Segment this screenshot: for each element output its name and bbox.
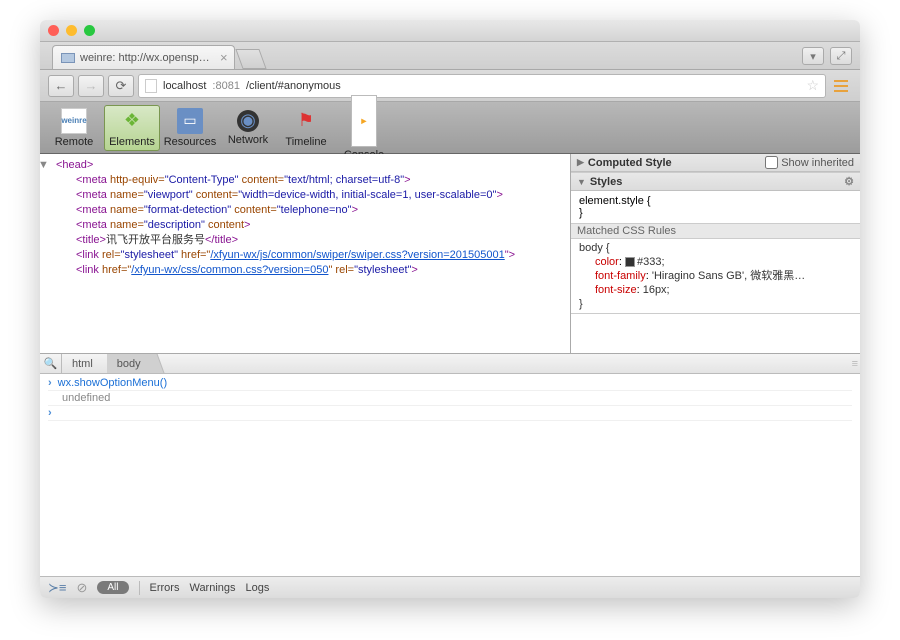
console-input-line: wx.showOptionMenu()	[58, 377, 167, 389]
browser-window: weinre: http://wx.opensp… × ▾ ⤢ ← → ⟳ lo…	[40, 20, 860, 598]
favicon-icon	[61, 53, 75, 63]
filter-warnings[interactable]: Warnings	[189, 582, 235, 594]
search-icon[interactable]: 🔍	[40, 354, 62, 373]
filter-errors[interactable]: Errors	[150, 582, 180, 594]
menu-icon[interactable]	[830, 75, 852, 97]
network-icon: ◉	[237, 110, 259, 132]
swatch-icon	[625, 257, 635, 267]
breadcrumb: 🔍 html body ≡	[40, 354, 860, 374]
url-host: localhost	[163, 80, 206, 92]
forward-button[interactable]: →	[78, 75, 104, 97]
reload-button[interactable]: ⟳	[108, 75, 134, 97]
timeline-icon: ⚑	[293, 108, 319, 134]
breadcrumb-html[interactable]: html	[62, 354, 107, 373]
close-window-icon[interactable]	[48, 25, 59, 36]
titlebar	[40, 20, 860, 42]
matched-rules-label: Matched CSS Rules	[571, 223, 860, 239]
user-menu-icon[interactable]: ▾	[802, 47, 824, 65]
prompt-icon: ›	[48, 407, 52, 419]
drag-handle-icon[interactable]: ≡	[852, 358, 856, 370]
element-style-rule[interactable]: element.style { }	[571, 191, 860, 223]
devtools-toolbar: weinreRemote ❖Elements ▭Resources ◉Netwo…	[40, 102, 860, 154]
dom-tree[interactable]: ▼<head> <meta http-equiv="Content-Type" …	[40, 154, 570, 353]
remote-icon: weinre	[61, 108, 87, 134]
url-input[interactable]: localhost :8081/client/#anonymous ☆	[138, 74, 826, 98]
resources-icon: ▭	[177, 108, 203, 134]
tab-console[interactable]: ▸Console	[336, 105, 392, 151]
show-inherited-checkbox[interactable]: Show inherited	[765, 156, 854, 169]
styles-header[interactable]: ▼Styles⚙	[571, 173, 860, 191]
css-rule-body[interactable]: body { color: #333; font-family: 'Hiragi…	[571, 239, 860, 313]
page-icon	[145, 79, 157, 93]
console-output: undefined	[48, 392, 110, 404]
tab-remote[interactable]: weinreRemote	[46, 105, 102, 151]
url-port: :8081	[212, 80, 240, 92]
styles-sidebar: ▶Computed StyleShow inherited ▼Styles⚙ e…	[570, 154, 860, 353]
tab-timeline[interactable]: ⚑Timeline	[278, 105, 334, 151]
filter-all[interactable]: All	[97, 581, 128, 594]
tab-network[interactable]: ◉Network	[220, 105, 276, 151]
console-footer: ≻≡ ⊘ All Errors Warnings Logs	[40, 576, 860, 598]
console-blank[interactable]	[40, 426, 860, 576]
gear-icon[interactable]: ⚙	[844, 175, 854, 188]
address-bar: ← → ⟳ localhost :8081/client/#anonymous ☆	[40, 70, 860, 102]
close-tab-icon[interactable]: ×	[220, 50, 228, 65]
tab-resources[interactable]: ▭Resources	[162, 105, 218, 151]
computed-style-header[interactable]: ▶Computed StyleShow inherited	[571, 154, 860, 172]
elements-icon: ❖	[119, 108, 145, 134]
console-icon: ▸	[351, 95, 377, 147]
new-tab-button[interactable]	[235, 49, 266, 69]
filter-logs[interactable]: Logs	[246, 582, 270, 594]
url-path: /client/#anonymous	[246, 80, 341, 92]
tab-title: weinre: http://wx.opensp…	[80, 52, 210, 64]
clear-console-icon[interactable]: ⊘	[76, 580, 87, 596]
tab-elements[interactable]: ❖Elements	[104, 105, 160, 151]
minimize-window-icon[interactable]	[66, 25, 77, 36]
console-panel[interactable]: › wx.showOptionMenu() undefined ›	[40, 374, 860, 426]
console-toggle-icon[interactable]: ≻≡	[48, 580, 66, 596]
tab-strip: weinre: http://wx.opensp… × ▾ ⤢	[40, 42, 860, 70]
elements-panel: ▼<head> <meta http-equiv="Content-Type" …	[40, 154, 860, 354]
prompt-icon: ›	[48, 377, 52, 389]
breadcrumb-body[interactable]: body	[107, 354, 155, 373]
fullscreen-icon[interactable]: ⤢	[830, 47, 852, 65]
back-button[interactable]: ←	[48, 75, 74, 97]
browser-tab[interactable]: weinre: http://wx.opensp… ×	[52, 45, 235, 69]
zoom-window-icon[interactable]	[84, 25, 95, 36]
bookmark-icon[interactable]: ☆	[806, 77, 819, 94]
